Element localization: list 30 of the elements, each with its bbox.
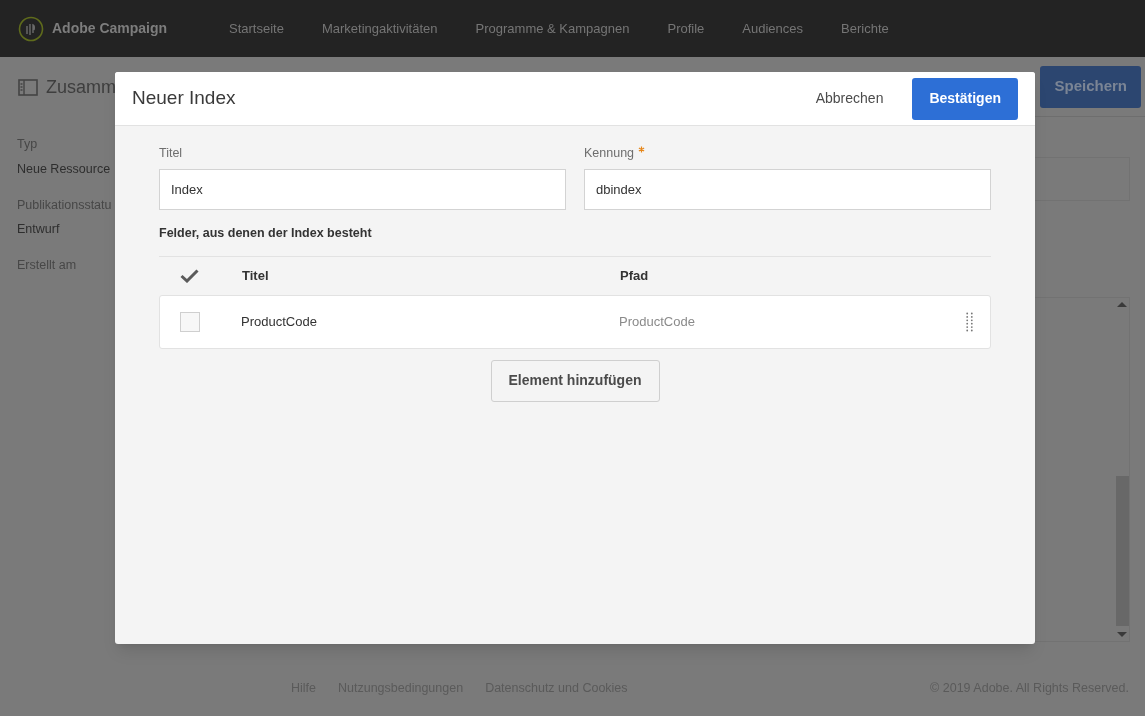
table-cell-text: ProductCode — [619, 312, 695, 331]
field-label: Kennung — [584, 145, 635, 162]
field-label: Titel — [159, 145, 183, 162]
page-title: Zusamm — [46, 75, 116, 99]
text-field[interactable]: Index — [159, 168, 566, 210]
nav-link[interactable]: Audiences — [742, 18, 804, 39]
nav-link[interactable]: Programme & Kampagnen — [475, 18, 630, 39]
column-header: Titel — [242, 266, 270, 285]
save-button[interactable]: Speichern — [1040, 65, 1141, 108]
logo-icon — [18, 15, 44, 42]
column-header: Pfad — [620, 266, 649, 285]
nav-link[interactable]: Berichte — [841, 18, 889, 39]
table-cell-text: ProductCode — [241, 312, 318, 331]
app-name[interactable]: Adobe Campaign — [52, 18, 168, 39]
confirm-button[interactable]: Bestätigen — [912, 77, 1018, 120]
text-field[interactable]: dbindex — [584, 168, 991, 210]
add-element-button[interactable]: Element hinzufügen — [490, 359, 660, 402]
nav-link[interactable]: Profile — [667, 18, 705, 39]
section-heading: Felder, aus denen der Index besteht — [159, 224, 373, 242]
property-value: Neue Ressource — [17, 160, 111, 178]
row-checkbox[interactable] — [180, 311, 200, 332]
checkmark-icon[interactable] — [180, 268, 199, 283]
property-value: Entwurf — [17, 221, 60, 239]
drag-handle-icon[interactable] — [966, 311, 973, 332]
cancel-button[interactable]: Abbrechen — [815, 88, 884, 109]
nav-link[interactable]: Startseite — [229, 18, 284, 39]
nav-link[interactable]: Marketingaktivitäten — [321, 18, 438, 39]
dialog-title: Neuer Index — [132, 86, 236, 111]
table-row[interactable]: ProductCode ProductCode — [159, 294, 991, 349]
panel-icon — [18, 78, 38, 96]
